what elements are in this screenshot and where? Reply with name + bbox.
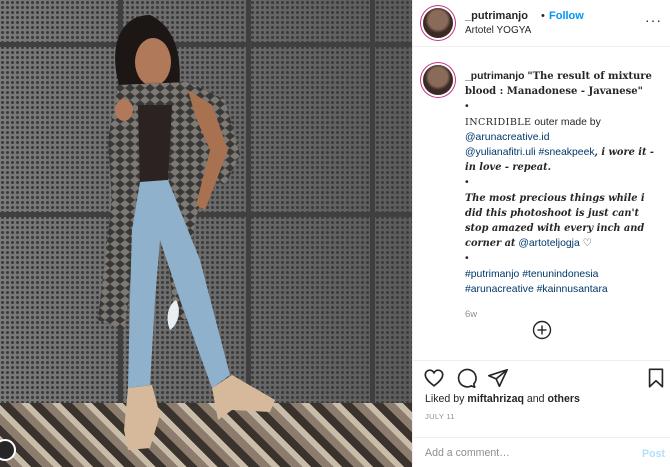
- heart-icon[interactable]: [423, 367, 445, 389]
- author-avatar[interactable]: [423, 8, 453, 38]
- post-photo[interactable]: [0, 0, 412, 467]
- bookmark-icon[interactable]: [645, 367, 667, 389]
- liker-username[interactable]: miftahrizaq: [467, 393, 524, 405]
- hashtag-putrimanjo[interactable]: #putrimanjo: [465, 269, 519, 280]
- post-comment-button[interactable]: Post: [642, 448, 665, 460]
- location-link[interactable]: Artotel YOGYA: [465, 25, 531, 36]
- follow-button[interactable]: Follow: [549, 10, 584, 22]
- post-date[interactable]: JULY 11: [425, 412, 455, 421]
- hashtag-tenunindonesia[interactable]: #tenunindonesia: [522, 269, 598, 280]
- separator-dot: •: [541, 10, 545, 22]
- hashtag-arunacreative[interactable]: #arunacreative: [465, 284, 534, 295]
- mention-yulianafitri[interactable]: @yulianafitri.uli: [465, 147, 536, 158]
- plus-circle-icon[interactable]: [532, 320, 552, 340]
- comments-section: _putrimanjo "The result of mixture blood…: [413, 47, 670, 360]
- share-icon[interactable]: [487, 367, 509, 389]
- comment-input[interactable]: [425, 447, 625, 459]
- caption-username[interactable]: _putrimanjo: [465, 71, 524, 82]
- model-figure: [98, 15, 275, 450]
- post-header: _putrimanjo • Follow Artotel YOGYA ···: [413, 0, 670, 47]
- hashtag-kainnusantara[interactable]: #kainnusantara: [537, 284, 608, 295]
- post-age[interactable]: 6w: [465, 307, 665, 322]
- hashtag-sneakpeek[interactable]: #sneakpeek: [539, 147, 595, 158]
- comment-box: Post: [413, 437, 670, 467]
- mention-artoteljogja[interactable]: @artoteljogja: [518, 238, 579, 249]
- post-caption: _putrimanjo "The result of mixture blood…: [465, 69, 665, 322]
- mention-arunacreative[interactable]: @arunacreative.id: [465, 132, 549, 143]
- author-username[interactable]: _putrimanjo: [465, 10, 528, 22]
- likes-others-link[interactable]: others: [548, 393, 580, 405]
- bullet: •: [465, 101, 469, 113]
- bullet: •: [465, 253, 469, 265]
- heart-emoji: ♡: [582, 238, 592, 250]
- caption-incredible: INCRIDIBLE: [465, 116, 532, 128]
- more-options-icon[interactable]: ···: [645, 12, 662, 28]
- comment-icon[interactable]: [455, 367, 477, 389]
- caption-outer-text: outer made by: [534, 116, 601, 128]
- likes-summary: Liked by miftahrizaq and others: [425, 393, 580, 405]
- likes-prefix: Liked by: [425, 393, 465, 405]
- post-panel: _putrimanjo • Follow Artotel YOGYA ··· _…: [412, 0, 670, 467]
- caption-author-avatar[interactable]: [423, 65, 453, 95]
- action-bar: [413, 360, 670, 392]
- likes-and: and: [526, 393, 545, 405]
- bullet: •: [465, 177, 469, 189]
